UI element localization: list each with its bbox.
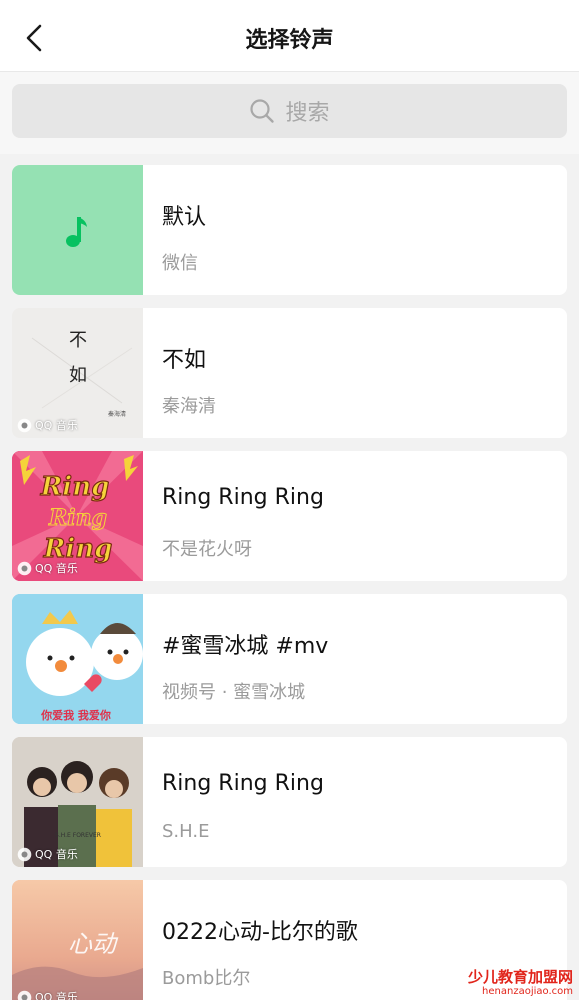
- ringtone-page: 选择铃声 搜索 默认 微信 不 如 秦海清 QQ 音乐 不如 秦海清 Ring …: [0, 0, 579, 1000]
- qq-music-badge: QQ 音乐: [17, 417, 78, 433]
- qq-music-badge: QQ 音乐: [17, 846, 78, 862]
- qq-music-label: QQ 音乐: [35, 562, 78, 575]
- song-title: 0222心动-比尔的歌: [162, 920, 358, 945]
- watermark: 少儿教育加盟网 henanzaojiao.com: [468, 968, 573, 998]
- album-art: 不 如 秦海清 QQ 音乐: [12, 308, 143, 438]
- qq-music-icon: [17, 418, 32, 432]
- qq-music-icon: [17, 561, 32, 575]
- art-caption: 你爱我 我爱你: [40, 708, 111, 722]
- song-title: Ring Ring Ring: [162, 485, 324, 510]
- song-title: 不如: [162, 348, 207, 373]
- page-title: 选择铃声: [245, 28, 334, 53]
- music-note-icon: [66, 217, 87, 247]
- album-art: Ring Ring Ring QQ 音乐: [12, 451, 143, 581]
- art-tag: 秦海清: [108, 410, 126, 418]
- qq-music-badge: QQ 音乐: [17, 989, 78, 1000]
- nav-header: 选择铃声: [0, 0, 579, 72]
- art-caption: S.H.E FOREVER: [55, 832, 101, 839]
- song-artist: 视频号 · 蜜雪冰城: [162, 682, 306, 703]
- qq-music-icon: [17, 990, 32, 1000]
- album-art: S.H.E FOREVER QQ 音乐: [12, 737, 143, 867]
- song-artist: 秦海清: [162, 396, 216, 417]
- song-title: 默认: [162, 205, 207, 230]
- ringtone-list: 默认 微信 不 如 秦海清 QQ 音乐 不如 秦海清 Ring Ring Rin…: [12, 165, 567, 1000]
- song-artist: 微信: [162, 253, 198, 274]
- qq-music-badge: QQ 音乐: [17, 560, 78, 576]
- search-placeholder: 搜索: [285, 101, 330, 126]
- ringtone-item-ring-2[interactable]: S.H.E FOREVER QQ 音乐 Ring Ring Ring S.H.E: [12, 737, 567, 867]
- song-artist: 不是花火呀: [162, 539, 252, 560]
- album-art: 心动 QQ 音乐: [12, 880, 143, 1000]
- search-icon: [250, 99, 275, 123]
- art-text-bottom: 如: [69, 365, 87, 386]
- ringtone-item-buru[interactable]: 不 如 秦海清 QQ 音乐 不如 秦海清: [12, 308, 567, 438]
- song-title: Ring Ring Ring: [162, 771, 324, 796]
- search-area: 搜索: [0, 72, 579, 154]
- qq-music-label: QQ 音乐: [35, 419, 78, 432]
- qq-music-label: QQ 音乐: [35, 991, 78, 1000]
- watermark-url: henanzaojiao.com: [482, 986, 573, 997]
- watermark-text: 少儿教育加盟网: [467, 968, 573, 986]
- art-text-top: 不: [69, 330, 87, 351]
- art-line-1: Ring: [40, 472, 110, 502]
- album-art: [12, 165, 143, 295]
- ringtone-item-ring-1[interactable]: Ring Ring Ring QQ 音乐 Ring Ring Ring 不是花火…: [12, 451, 567, 581]
- ringtone-item-mixue[interactable]: 你爱我 我爱你 #蜜雪冰城 #mv 视频号 · 蜜雪冰城: [12, 594, 567, 724]
- song-artist: Bomb比尔: [162, 968, 251, 989]
- art-text: 心动: [68, 930, 119, 958]
- album-art: 你爱我 我爱你: [12, 594, 143, 724]
- song-title: #蜜雪冰城 #mv: [162, 634, 329, 659]
- search-input[interactable]: 搜索: [12, 84, 567, 138]
- qq-music-icon: [17, 847, 32, 861]
- song-artist: S.H.E: [162, 821, 210, 842]
- ringtone-item-default[interactable]: 默认 微信: [12, 165, 567, 295]
- qq-music-label: QQ 音乐: [35, 848, 78, 861]
- art-line-2: Ring: [48, 505, 107, 531]
